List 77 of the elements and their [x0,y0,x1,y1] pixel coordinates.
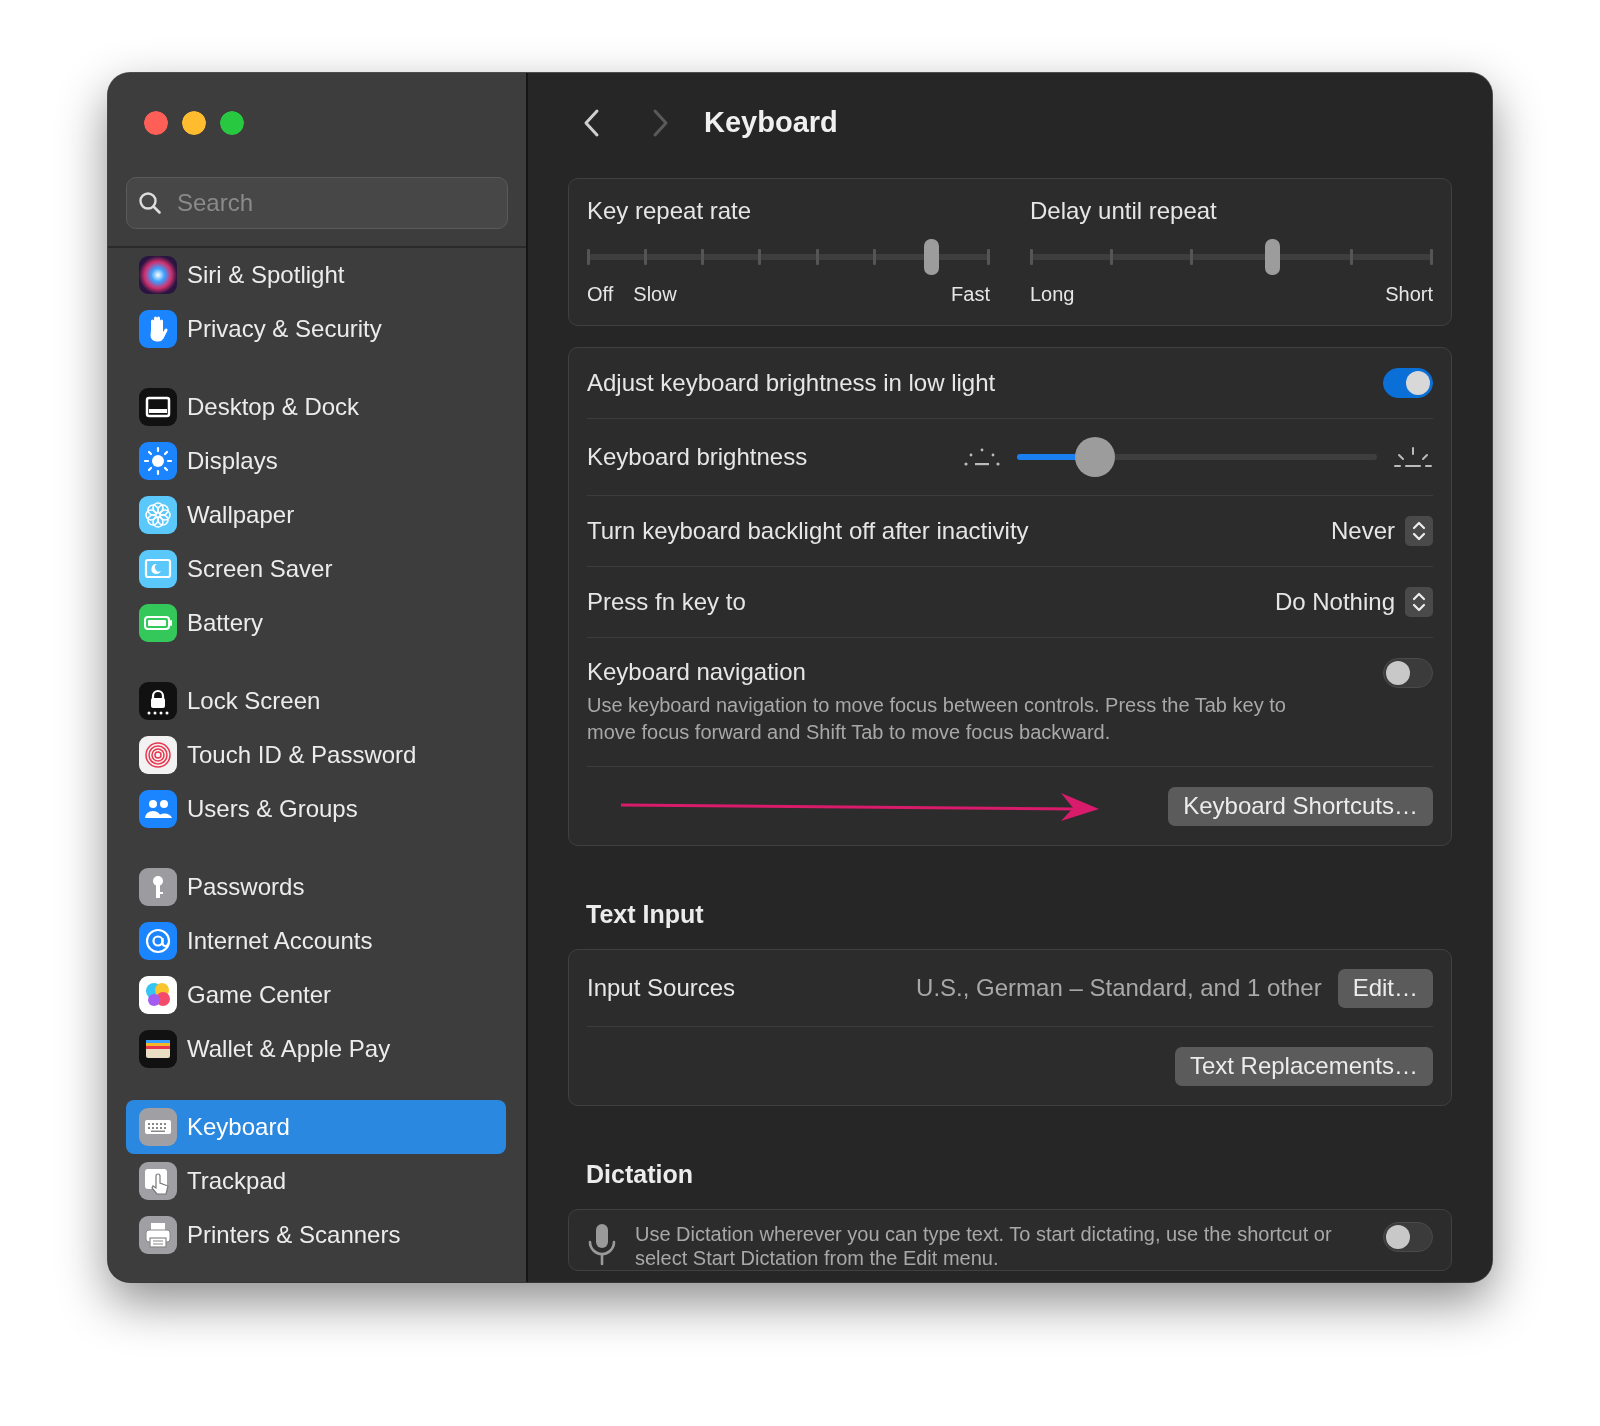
toggle-switch[interactable] [1383,1222,1433,1252]
sidebar-item[interactable]: Siri & Spotlight [126,248,506,302]
popup-button[interactable]: Never [1330,516,1433,546]
sidebar-item[interactable]: Desktop & Dock [126,380,506,434]
bright-brightness-icon [1393,445,1433,469]
toggle-switch[interactable] [1383,658,1433,688]
sidebar-item[interactable]: Displays [126,434,506,488]
scale-label: Slow [633,283,677,306]
setting-label: Keyboard brightness [587,443,809,471]
close-button[interactable] [144,111,168,135]
page-title: Keyboard [704,106,838,139]
trackpad-icon [139,1162,177,1200]
sidebar-item[interactable]: Touch ID & Password [126,728,506,782]
slider-label: Delay until repeat [1030,197,1218,225]
sidebar-item[interactable]: Printers & Scanners [126,1208,506,1262]
printer-icon [139,1216,177,1254]
sun-icon [139,442,177,480]
scale-label: Off [587,283,614,306]
slider-thumb[interactable] [1074,437,1115,477]
section-heading: Text Input [586,899,705,930]
scale-label: Fast [951,283,990,306]
people-icon [139,790,177,828]
at-sign-icon [139,922,177,960]
dock-icon [139,388,177,426]
slider-track[interactable] [587,239,990,275]
scale-label: Short [1385,283,1433,306]
sidebar-item[interactable]: Battery [126,596,506,650]
sidebar-item[interactable]: Screen Saver [126,542,506,596]
scale-label: Long [1030,283,1075,306]
brightness-slider[interactable] [1017,437,1377,477]
slider-thumb[interactable] [1264,239,1280,275]
slider-label: Key repeat rate [587,197,753,225]
battery-icon [139,604,177,642]
setting-label: Adjust keyboard brightness in low light [587,369,997,397]
setting-description: Use keyboard navigation to move focus between controls. Press the Tab key to move focus forward and Shift Tab to move focus backward. [587,693,1287,745]
siri-orb-icon [139,256,177,294]
setting-value: U.S., German – Standard, and 1 other [916,974,1322,1002]
setting-label: Press fn key to [587,588,747,616]
setting-description: Use Dictation wherever you can type text. To start dictating, use the shortcut or select Start Dictation from the Edit menu. [635,1222,1333,1270]
setting-label: Keyboard navigation [587,658,806,685]
sidebar-item[interactable]: Game Center [126,968,506,1022]
up-down-chevron-icon [1405,587,1433,617]
slider-thumb[interactable] [924,239,940,275]
edit-button[interactable]: Edit… [1337,968,1433,1008]
hand-icon [139,310,177,348]
microphone-icon [587,1222,617,1266]
sidebar-item[interactable]: Keyboard [126,1100,506,1154]
keyboard-icon [139,1108,177,1146]
toggle-switch[interactable] [1383,368,1433,398]
sidebar-item[interactable]: Internet Accounts [126,914,506,968]
up-down-chevron-icon [1405,516,1433,546]
lock-icon [139,682,177,720]
setting-label: Turn keyboard backlight off after inactivity [587,517,1030,545]
colored-bubbles-icon [139,976,177,1014]
search-field[interactable]: Search [126,177,508,229]
screen-icon [139,550,177,588]
setting-label: Input Sources [587,974,737,1002]
sidebar-item[interactable]: Users & Groups [126,782,506,836]
popup-button[interactable]: Do Nothing [1274,587,1433,617]
sidebar-item[interactable]: Privacy & Security [126,302,506,356]
sidebar-item[interactable]: Lock Screen [126,674,506,728]
push-button[interactable]: Keyboard Shortcuts… [1168,786,1433,826]
zoom-button[interactable] [220,111,244,135]
sidebar-item[interactable]: Passwords [126,860,506,914]
sidebar-item[interactable]: Trackpad [126,1154,506,1208]
fingerprint-icon [139,736,177,774]
flower-icon [139,496,177,534]
sidebar-item[interactable]: Wallet & Apple Pay [126,1022,506,1076]
key-icon [139,868,177,906]
sidebar-item[interactable]: Wallpaper [126,488,506,542]
search-icon [138,191,162,215]
dim-brightness-icon [963,446,1001,468]
slider-track[interactable] [1030,239,1433,275]
minimize-button[interactable] [182,111,206,135]
section-heading: Dictation [586,1159,694,1190]
wallet-icon [139,1030,177,1068]
push-button[interactable]: Text Replacements… [1174,1046,1433,1086]
